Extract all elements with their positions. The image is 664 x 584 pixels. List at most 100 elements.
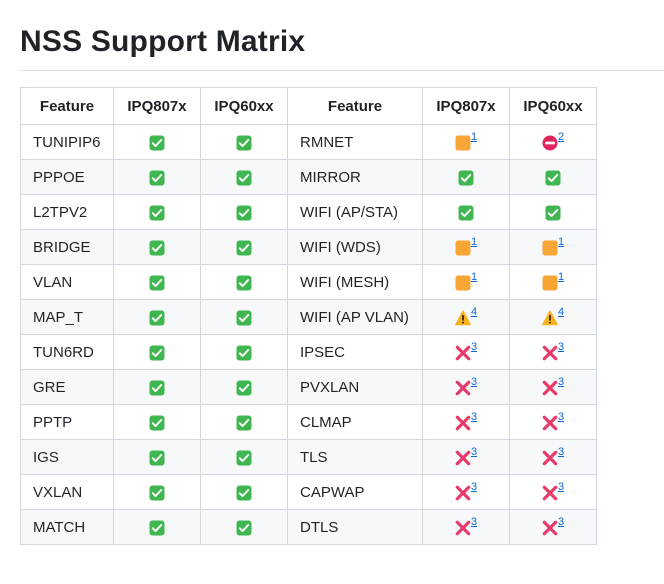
support-status-cell bbox=[200, 194, 288, 230]
check-icon bbox=[236, 170, 252, 186]
footnote-ref: 3 bbox=[558, 481, 564, 493]
footnote-ref: 3 bbox=[558, 446, 564, 458]
support-status-cell bbox=[200, 264, 288, 300]
cross-mark-icon bbox=[542, 345, 558, 361]
table-row: IGS TLS 3 3 bbox=[20, 439, 597, 475]
footnote-link[interactable]: 3 bbox=[558, 481, 564, 493]
cross-mark-icon bbox=[542, 485, 558, 501]
support-status-cell: 2 bbox=[509, 124, 597, 160]
check-icon bbox=[458, 170, 474, 186]
support-status-cell bbox=[200, 229, 288, 265]
support-matrix-table: Feature IPQ807x IPQ60xx Feature IPQ807x … bbox=[20, 87, 597, 545]
feature-cell: BRIDGE bbox=[20, 229, 114, 265]
footnote-link[interactable]: 3 bbox=[471, 446, 477, 458]
support-status-cell bbox=[200, 299, 288, 335]
feature-cell: L2TPV2 bbox=[20, 194, 114, 230]
footnote-link[interactable]: 3 bbox=[558, 411, 564, 423]
footnote-link[interactable]: 3 bbox=[558, 516, 564, 528]
feature-cell: TUNIPIP6 bbox=[20, 124, 114, 160]
footnote-link[interactable]: 3 bbox=[471, 516, 477, 528]
footnote-ref: 1 bbox=[558, 236, 564, 248]
footnote-link[interactable]: 1 bbox=[558, 236, 564, 248]
support-status-cell bbox=[422, 194, 510, 230]
check-icon bbox=[149, 520, 165, 536]
column-header-ipq60xx: IPQ60xx bbox=[509, 87, 597, 125]
cross-mark-icon bbox=[542, 380, 558, 396]
footnote-ref: 3 bbox=[471, 411, 477, 423]
footnote-link[interactable]: 3 bbox=[471, 481, 477, 493]
check-icon bbox=[149, 240, 165, 256]
check-icon bbox=[236, 450, 252, 466]
feature-cell: WIFI (MESH) bbox=[287, 264, 423, 300]
footnote-link[interactable]: 3 bbox=[471, 376, 477, 388]
support-status-cell: 1 bbox=[509, 229, 597, 265]
support-status-cell bbox=[113, 229, 201, 265]
feature-cell: IPSEC bbox=[287, 334, 423, 370]
support-status-cell bbox=[200, 474, 288, 510]
footnote-link[interactable]: 3 bbox=[558, 376, 564, 388]
support-status-cell bbox=[200, 439, 288, 475]
table-row: MATCH DTLS 3 3 bbox=[20, 509, 597, 545]
column-header-feature: Feature bbox=[20, 87, 114, 125]
support-status-cell bbox=[422, 159, 510, 195]
check-icon bbox=[236, 345, 252, 361]
footnote-ref: 2 bbox=[558, 131, 564, 143]
footnote-link[interactable]: 1 bbox=[471, 271, 477, 283]
check-icon bbox=[149, 415, 165, 431]
orange-square-icon bbox=[455, 135, 471, 151]
feature-cell: IGS bbox=[20, 439, 114, 475]
support-status-cell bbox=[113, 264, 201, 300]
support-status-cell bbox=[113, 159, 201, 195]
feature-cell: GRE bbox=[20, 369, 114, 405]
table-row: L2TPV2 WIFI (AP/STA) bbox=[20, 194, 597, 230]
page-title: NSS Support Matrix bbox=[20, 25, 306, 58]
table-row: BRIDGE WIFI (WDS) 1 1 bbox=[20, 229, 597, 265]
table-row: PPPOE MIRROR bbox=[20, 159, 597, 195]
support-status-cell: 4 bbox=[422, 299, 510, 335]
footnote-ref: 3 bbox=[471, 376, 477, 388]
feature-cell: CLMAP bbox=[287, 404, 423, 440]
table-row: VXLAN CAPWAP 3 3 bbox=[20, 474, 597, 510]
support-status-cell: 1 bbox=[509, 264, 597, 300]
column-header-ipq807x: IPQ807x bbox=[113, 87, 201, 125]
support-status-cell: 1 bbox=[422, 229, 510, 265]
footnote-link[interactable]: 1 bbox=[558, 271, 564, 283]
footnote-ref: 3 bbox=[558, 411, 564, 423]
support-status-cell: 3 bbox=[509, 369, 597, 405]
cross-mark-icon bbox=[455, 415, 471, 431]
check-icon bbox=[545, 205, 561, 221]
footnote-link[interactable]: 2 bbox=[558, 131, 564, 143]
footnote-link[interactable]: 4 bbox=[558, 306, 564, 318]
check-icon bbox=[149, 135, 165, 151]
footnote-link[interactable]: 3 bbox=[558, 446, 564, 458]
table-row: MAP_T WIFI (AP VLAN) 4 4 bbox=[20, 299, 597, 335]
cross-mark-icon bbox=[455, 380, 471, 396]
support-status-cell: 3 bbox=[509, 439, 597, 475]
footnote-link[interactable]: 4 bbox=[471, 306, 477, 318]
feature-cell: WIFI (WDS) bbox=[287, 229, 423, 265]
check-icon bbox=[236, 240, 252, 256]
check-icon bbox=[149, 345, 165, 361]
support-status-cell: 3 bbox=[509, 334, 597, 370]
warning-icon bbox=[541, 309, 558, 326]
feature-cell: MATCH bbox=[20, 509, 114, 545]
column-header-feature: Feature bbox=[287, 87, 423, 125]
no-entry-icon bbox=[542, 135, 558, 151]
footnote-link[interactable]: 3 bbox=[558, 341, 564, 353]
footnote-link[interactable]: 3 bbox=[471, 411, 477, 423]
support-status-cell: 3 bbox=[422, 404, 510, 440]
support-status-cell: 3 bbox=[509, 509, 597, 545]
footnote-ref: 3 bbox=[471, 446, 477, 458]
feature-cell: TUN6RD bbox=[20, 334, 114, 370]
cross-mark-icon bbox=[542, 415, 558, 431]
footnote-link[interactable]: 1 bbox=[471, 236, 477, 248]
table-header-row: Feature IPQ807x IPQ60xx Feature IPQ807x … bbox=[20, 87, 597, 125]
cross-mark-icon bbox=[455, 485, 471, 501]
feature-cell: MIRROR bbox=[287, 159, 423, 195]
footnote-link[interactable]: 1 bbox=[471, 131, 477, 143]
support-status-cell bbox=[113, 474, 201, 510]
cross-mark-icon bbox=[455, 450, 471, 466]
support-status-cell bbox=[113, 334, 201, 370]
support-status-cell bbox=[113, 369, 201, 405]
footnote-link[interactable]: 3 bbox=[471, 341, 477, 353]
